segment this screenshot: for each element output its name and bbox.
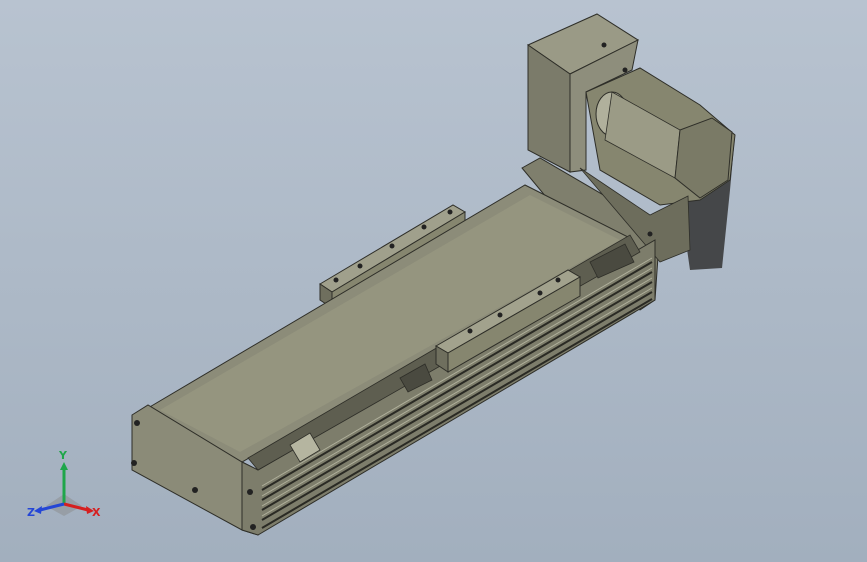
coordinate-triad: Y X Z: [27, 449, 101, 519]
linear-actuator-model[interactable]: [0, 0, 867, 562]
z-axis-arrowhead: [34, 506, 42, 514]
z-axis-label: Z: [27, 506, 35, 519]
model-viewport[interactable]: Y X Z: [0, 0, 867, 562]
y-axis-label: Y: [58, 449, 68, 462]
x-axis-label: X: [92, 506, 101, 519]
y-axis-arrowhead: [60, 462, 68, 470]
